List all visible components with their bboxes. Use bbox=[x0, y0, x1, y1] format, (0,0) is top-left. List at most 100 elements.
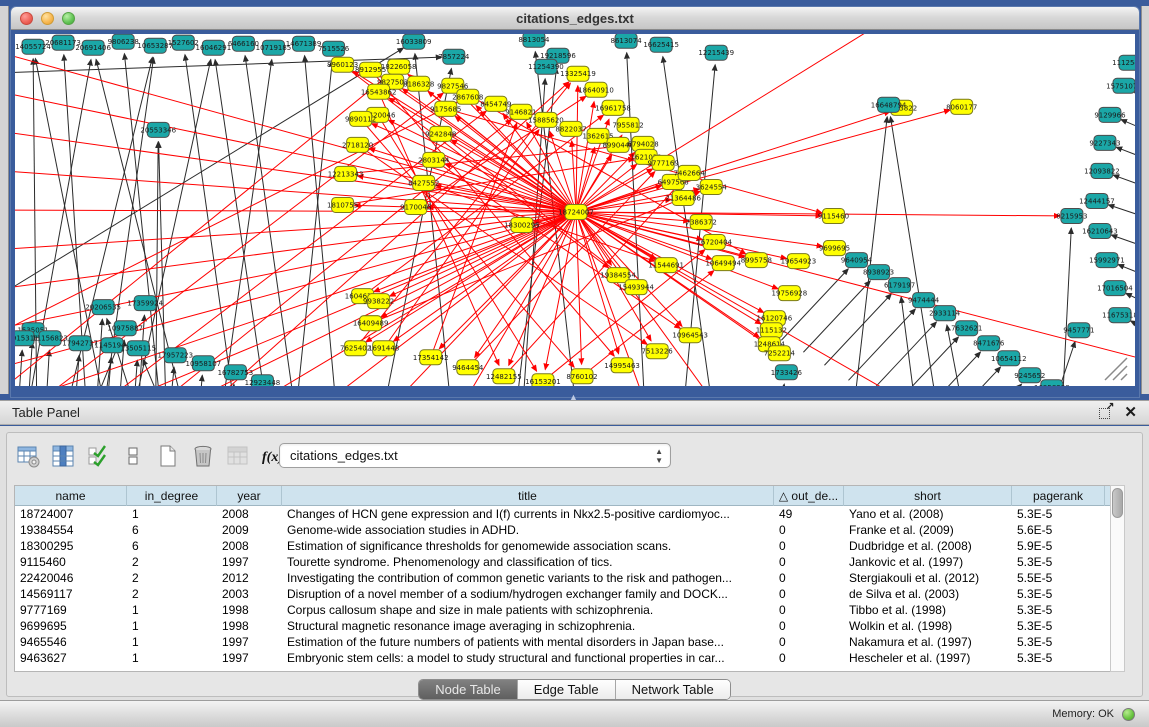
table-cell[interactable]: 2008 bbox=[217, 538, 282, 554]
table-cell[interactable]: 0 bbox=[774, 618, 844, 634]
tab-node-table[interactable]: Node Table bbox=[419, 680, 518, 699]
table-cell[interactable]: Genome-wide association studies in ADHD. bbox=[282, 522, 774, 538]
table-cell[interactable]: 18724007 bbox=[15, 506, 127, 522]
table-cell[interactable]: Disruption of a novel member of a sodium… bbox=[282, 586, 774, 602]
table-settings-icon[interactable] bbox=[15, 443, 41, 469]
table-cell[interactable]: Tourette syndrome. Phenomenology and cla… bbox=[282, 554, 774, 570]
table-row[interactable]: 969969511998Structural magnetic resonanc… bbox=[15, 618, 1123, 634]
table-cell[interactable]: Tibbo et al. (1998) bbox=[844, 602, 1012, 618]
table-cell[interactable]: 2 bbox=[127, 586, 217, 602]
table-row[interactable]: 977716911998Corpus callosum shape and si… bbox=[15, 602, 1123, 618]
table-cell[interactable]: 1 bbox=[127, 650, 217, 666]
table-cell[interactable]: 0 bbox=[774, 586, 844, 602]
column-header-year[interactable]: year bbox=[217, 486, 282, 506]
table-cell[interactable]: Franke et al. (2009) bbox=[844, 522, 1012, 538]
table-cell[interactable]: 18300295 bbox=[15, 538, 127, 554]
table-cell[interactable]: 5.3E-5 bbox=[1012, 634, 1105, 650]
table-cell[interactable]: 49 bbox=[774, 506, 844, 522]
table-scrollbar[interactable] bbox=[1110, 485, 1125, 672]
table-cell[interactable]: 1 bbox=[127, 634, 217, 650]
table-cell[interactable]: 5.5E-5 bbox=[1012, 570, 1105, 586]
table-cell[interactable]: 0 bbox=[774, 554, 844, 570]
table-cell[interactable]: 2003 bbox=[217, 586, 282, 602]
table-cell[interactable]: Nakamura et al. (1997) bbox=[844, 634, 1012, 650]
table-cell[interactable]: Changes of HCN gene expression and I(f) … bbox=[282, 506, 774, 522]
table-cell[interactable]: 2 bbox=[127, 570, 217, 586]
table-row[interactable]: 946362711997Embryonic stem cells: a mode… bbox=[15, 650, 1123, 666]
table-cell[interactable]: 1997 bbox=[217, 554, 282, 570]
table-cell[interactable]: 0 bbox=[774, 634, 844, 650]
table-cell[interactable]: 1 bbox=[127, 618, 217, 634]
table-cell[interactable]: 1 bbox=[127, 506, 217, 522]
tab-edge-table[interactable]: Edge Table bbox=[518, 680, 616, 699]
column-header-short[interactable]: short bbox=[844, 486, 1012, 506]
table-cell[interactable]: 2009 bbox=[217, 522, 282, 538]
table-cell[interactable]: 5.6E-5 bbox=[1012, 522, 1105, 538]
rows-icon[interactable] bbox=[120, 443, 146, 469]
delete-trash-icon[interactable] bbox=[190, 443, 216, 469]
table-cell[interactable]: 1 bbox=[127, 602, 217, 618]
table-cell[interactable]: 5.9E-5 bbox=[1012, 538, 1105, 554]
table-cell[interactable]: 22420046 bbox=[15, 570, 127, 586]
table-cell[interactable]: Wolkin et al. (1998) bbox=[844, 618, 1012, 634]
table-cell[interactable]: 9777169 bbox=[15, 602, 127, 618]
close-panel-icon[interactable]: ✕ bbox=[1124, 406, 1137, 419]
table-cell[interactable]: 1997 bbox=[217, 634, 282, 650]
column-header-pagerank[interactable]: pagerank bbox=[1012, 486, 1105, 506]
table-row[interactable]: 1830029562008Estimation of significance … bbox=[15, 538, 1123, 554]
table-cell[interactable]: 5.3E-5 bbox=[1012, 650, 1105, 666]
table-cell[interactable]: 6 bbox=[127, 538, 217, 554]
table-cell[interactable]: 9465546 bbox=[15, 634, 127, 650]
table-cell[interactable]: 5.3E-5 bbox=[1012, 554, 1105, 570]
table-cell[interactable]: 9699695 bbox=[15, 618, 127, 634]
column-header-title[interactable]: title bbox=[282, 486, 774, 506]
table-cell[interactable]: 5.3E-5 bbox=[1012, 586, 1105, 602]
table-cell[interactable]: 14569117 bbox=[15, 586, 127, 602]
table-cell[interactable]: 2012 bbox=[217, 570, 282, 586]
table-cell[interactable]: 1998 bbox=[217, 618, 282, 634]
table-cell[interactable]: 6 bbox=[127, 522, 217, 538]
table-cell[interactable]: 2 bbox=[127, 554, 217, 570]
column-header-name[interactable]: name bbox=[15, 486, 127, 506]
table-cell[interactable]: Embryonic stem cells: a model to study s… bbox=[282, 650, 774, 666]
table-cell[interactable]: 19384554 bbox=[15, 522, 127, 538]
table-row[interactable]: 1456911722003Disruption of a novel membe… bbox=[15, 586, 1123, 602]
table-cell[interactable]: 2008 bbox=[217, 506, 282, 522]
table-cell[interactable]: 5.3E-5 bbox=[1012, 506, 1105, 522]
table-row[interactable]: 946554611997Estimation of the future num… bbox=[15, 634, 1123, 650]
table-cell[interactable]: 9115460 bbox=[15, 554, 127, 570]
table-cell[interactable]: Corpus callosum shape and size in male p… bbox=[282, 602, 774, 618]
table-cell[interactable]: 0 bbox=[774, 602, 844, 618]
table-cell[interactable]: Jankovic et al. (1997) bbox=[844, 554, 1012, 570]
table-scrollbar-thumb[interactable] bbox=[1112, 488, 1123, 518]
network-window-titlebar[interactable]: citations_edges.txt bbox=[11, 7, 1139, 30]
close-window-icon[interactable] bbox=[20, 12, 33, 25]
new-document-icon[interactable] bbox=[155, 443, 181, 469]
row-checks-icon[interactable] bbox=[85, 443, 111, 469]
table-cell[interactable]: 9463627 bbox=[15, 650, 127, 666]
table-cell[interactable]: Structural magnetic resonance image aver… bbox=[282, 618, 774, 634]
show-columns-icon[interactable] bbox=[50, 443, 76, 469]
table-cell[interactable]: Hescheler et al. (1997) bbox=[844, 650, 1012, 666]
float-panel-icon[interactable] bbox=[1099, 406, 1112, 419]
column-header-out_de[interactable]: △ out_de... bbox=[774, 486, 844, 506]
table-cell[interactable]: 0 bbox=[774, 650, 844, 666]
table-cell[interactable]: Investigating the contribution of common… bbox=[282, 570, 774, 586]
table-cell[interactable]: 0 bbox=[774, 522, 844, 538]
table-cell[interactable]: 1998 bbox=[217, 602, 282, 618]
table-cell[interactable]: de Silva et al. (2003) bbox=[844, 586, 1012, 602]
table-cell[interactable]: 5.3E-5 bbox=[1012, 602, 1105, 618]
table-cell[interactable]: 0 bbox=[774, 538, 844, 554]
table-row[interactable]: 911546021997Tourette syndrome. Phenomeno… bbox=[15, 554, 1123, 570]
table-cell[interactable]: Yano et al. (2008) bbox=[844, 506, 1012, 522]
column-header-in_degree[interactable]: in_degree bbox=[127, 486, 217, 506]
minimize-window-icon[interactable] bbox=[41, 12, 54, 25]
table-cell[interactable]: Dudbridge et al. (2008) bbox=[844, 538, 1012, 554]
table-row[interactable]: 2242004622012Investigating the contribut… bbox=[15, 570, 1123, 586]
table-cell[interactable]: 1997 bbox=[217, 650, 282, 666]
table-cell[interactable]: 0 bbox=[774, 570, 844, 586]
table-cell[interactable]: Stergiakouli et al. (2012) bbox=[844, 570, 1012, 586]
memory-ok-indicator[interactable] bbox=[1122, 708, 1135, 721]
table-row[interactable]: 1938455462009Genome-wide association stu… bbox=[15, 522, 1123, 538]
zoom-window-icon[interactable] bbox=[62, 12, 75, 25]
